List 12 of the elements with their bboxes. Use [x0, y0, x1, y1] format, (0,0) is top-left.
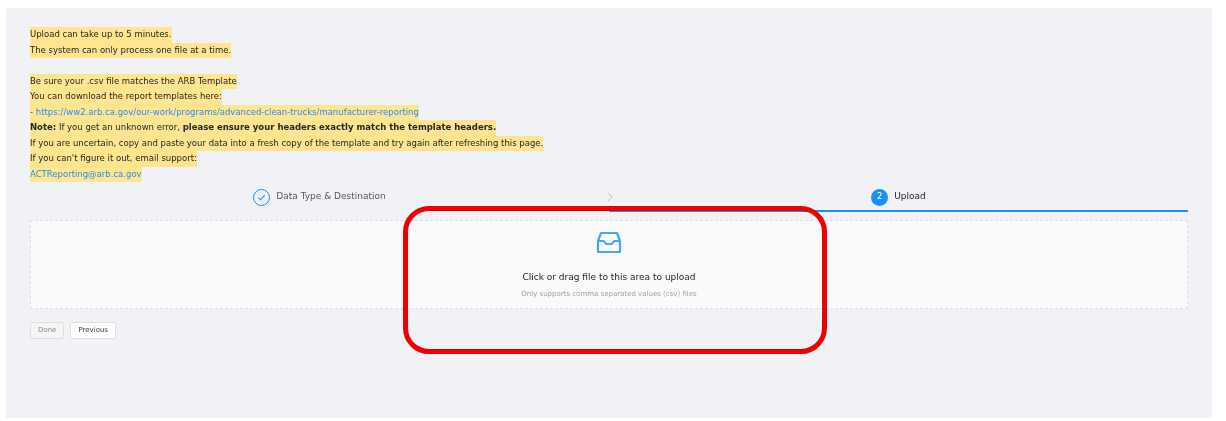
- notice-text: You can download the report templates here:: [30, 89, 222, 105]
- step[interactable]: 2 Upload: [609, 184, 1188, 212]
- step-number: 2: [871, 188, 889, 206]
- notice-text: Be sure your .csv file matches the ARB Template: [30, 73, 237, 89]
- notice-text: Note: If you get an unknown error, please ensure your headers exactly match the template headers.: [30, 120, 497, 136]
- inbox-icon: [596, 231, 622, 255]
- step[interactable]: Data Type & Destination: [30, 184, 609, 212]
- notice-text: The system can only process one file at a time.: [30, 42, 232, 58]
- notice-text: If you can't figure it out, email support:: [30, 151, 197, 167]
- chevron-right-icon: [607, 192, 613, 202]
- notice-text: Upload can take up to 5 minutes.: [30, 27, 172, 43]
- dropzone-title: Click or drag file to this area to upload: [522, 271, 696, 284]
